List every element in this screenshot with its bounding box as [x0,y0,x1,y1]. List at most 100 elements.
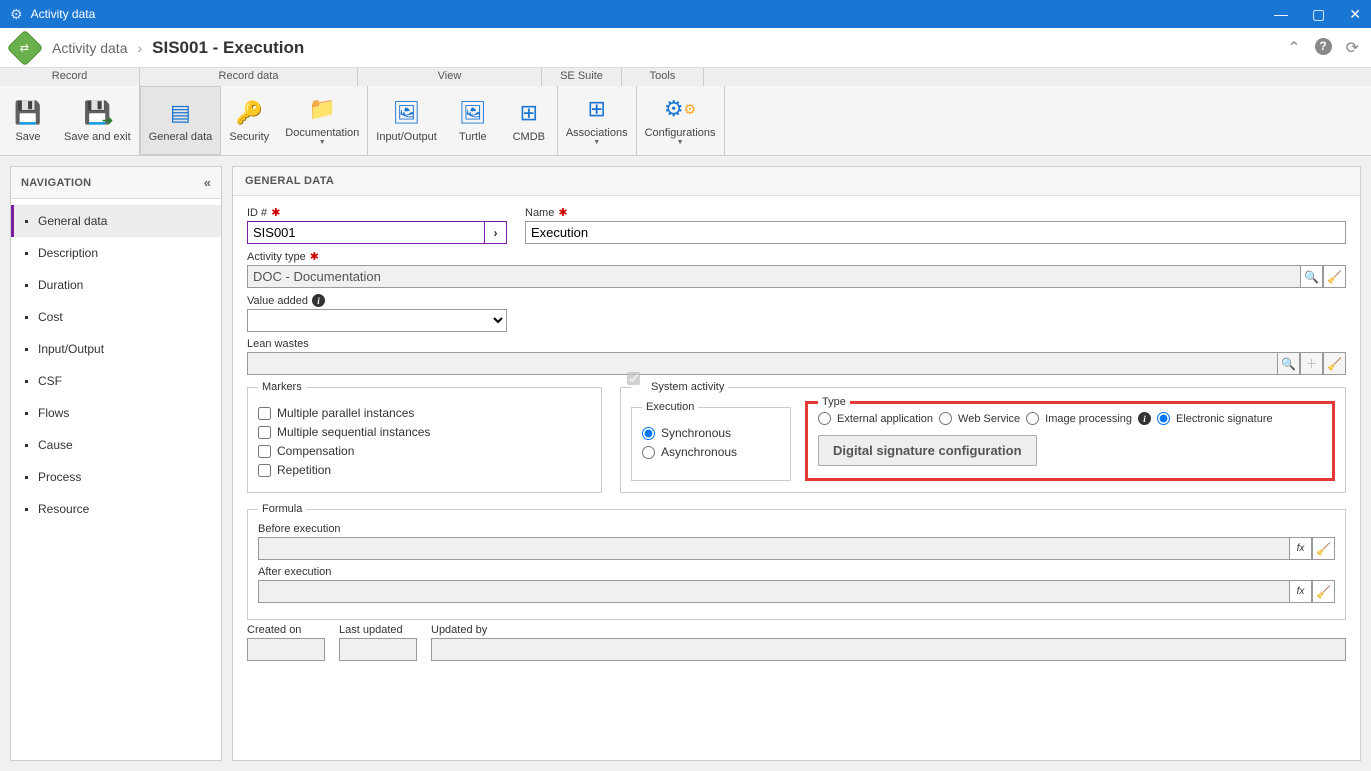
nav-label: CSF [38,374,62,388]
id-label: ID #✱ [247,206,507,219]
nav-item-duration[interactable]: Duration [11,269,221,301]
ribbon-tab-recorddata: Record data [140,68,358,86]
system-activity-label: System activity [651,381,724,393]
value-added-select[interactable] [247,309,507,332]
asynchronous-radio[interactable] [642,446,655,459]
save-button[interactable]: 💾 Save [0,86,56,155]
after-exec-input [258,580,1289,603]
digital-signature-config-button[interactable]: Digital signature configuration [818,435,1037,466]
fx-icon[interactable]: fx [1289,580,1312,603]
ribbon: 💾 Save 💾➜ Save and exit ▤ General data 🔑… [0,86,1371,156]
marker-label: Repetition [277,463,331,477]
save-exit-icon: 💾➜ [83,99,111,127]
id-lookup-icon[interactable]: › [484,221,507,244]
close-button[interactable]: ✕ [1349,6,1361,23]
web-service-label: Web Service [958,413,1020,425]
web-service-radio[interactable] [939,412,952,425]
refresh-icon[interactable]: ⟳ [1346,38,1359,58]
before-exec-label: Before execution [258,523,1335,535]
minimize-button[interactable]: — [1274,6,1288,23]
turtle-button[interactable]: 🖼 Turtle [445,86,501,155]
turtle-label: Turtle [459,131,487,143]
collapse-all-icon[interactable]: ⌃ [1287,38,1300,58]
navigation-panel: NAVIGATION « General data Description Du… [10,166,222,761]
image-icon: 🖼 [393,99,421,127]
clear-icon[interactable]: 🧹 [1312,537,1335,560]
markers-legend: Markers [258,381,306,393]
nav-item-csf[interactable]: CSF [11,365,221,397]
app-gear-icon: ⚙ [10,6,23,23]
synchronous-radio[interactable] [642,427,655,440]
info-icon[interactable]: i [1138,412,1151,425]
breadcrumb-current: SIS001 - Execution [152,38,304,58]
clear-icon[interactable]: 🧹 [1323,265,1346,288]
general-data-icon: ▤ [166,99,194,127]
ext-app-label: External application [837,413,933,425]
nav-label: Duration [38,278,83,292]
input-output-button[interactable]: 🖼 Input/Output [368,86,445,155]
dropdown-icon: ▼ [593,139,600,146]
section-header: GENERAL DATA [233,167,1360,196]
fx-icon[interactable]: fx [1289,537,1312,560]
nav-item-resource[interactable]: Resource [11,493,221,525]
collapse-panel-icon[interactable]: « [204,175,211,190]
help-icon[interactable]: ? [1315,38,1332,55]
formula-group: Formula Before execution fx 🧹 After exec… [247,503,1346,620]
nav-item-flows[interactable]: Flows [11,397,221,429]
ribbon-tabs: Record Record data View SE Suite Tools [0,68,1371,86]
external-app-radio[interactable] [818,412,831,425]
name-label: Name✱ [525,206,1346,219]
marker-compensation-checkbox[interactable] [258,445,271,458]
nav-label: Cause [38,438,73,452]
value-added-label: Value added i [247,294,507,307]
configurations-button[interactable]: ⚙⚙ Configurations ▼ [637,86,724,155]
last-updated-input [339,638,417,661]
clear-icon: 🧹 [1323,352,1346,375]
security-button[interactable]: 🔑 Security [221,86,277,155]
type-legend: Type [818,396,850,408]
info-icon[interactable]: i [312,294,325,307]
nav-label: Flows [38,406,69,420]
cmdb-label: CMDB [513,131,545,143]
execution-group: Execution Synchronous Asynchronous [631,401,791,481]
updated-by-label: Updated by [431,624,1346,636]
nav-label: Description [38,246,98,260]
breadcrumb-bar: ⇄ Activity data › SIS001 - Execution ⌃ ?… [0,28,1371,68]
marker-parallel-checkbox[interactable] [258,407,271,420]
id-input[interactable] [247,221,484,244]
nav-item-cause[interactable]: Cause [11,429,221,461]
window-titlebar: ⚙ Activity data — ▢ ✕ [0,0,1371,28]
marker-repetition-checkbox[interactable] [258,464,271,477]
nav-item-cost[interactable]: Cost [11,301,221,333]
general-data-label: General data [149,131,213,143]
marker-label: Multiple parallel instances [277,406,414,420]
name-input[interactable] [525,221,1346,244]
activity-type-input [247,265,1300,288]
marker-sequential-checkbox[interactable] [258,426,271,439]
turtle-icon: 🖼 [459,99,487,127]
search-icon[interactable]: 🔍 [1300,265,1323,288]
ribbon-tab-tools: Tools [622,68,704,86]
breadcrumb-root[interactable]: Activity data [52,40,127,56]
image-processing-radio[interactable] [1026,412,1039,425]
clear-icon[interactable]: 🧹 [1312,580,1335,603]
documentation-button[interactable]: 📁 Documentation ▼ [277,86,367,155]
marker-label: Multiple sequential instances [277,425,430,439]
ribbon-tab-view: View [358,68,542,86]
nav-item-process[interactable]: Process [11,461,221,493]
associations-button[interactable]: ⊞ Associations ▼ [558,86,636,155]
cmdb-button[interactable]: ⊞ CMDB [501,86,557,155]
maximize-button[interactable]: ▢ [1312,6,1325,23]
save-exit-button[interactable]: 💾➜ Save and exit [56,86,139,155]
ribbon-tab-sesuite: SE Suite [542,68,622,86]
nav-item-input-output[interactable]: Input/Output [11,333,221,365]
async-label: Asynchronous [661,445,737,459]
nav-item-general-data[interactable]: General data [11,205,221,237]
activity-type-label: Activity type✱ [247,250,1346,263]
nav-item-description[interactable]: Description [11,237,221,269]
electronic-signature-radio[interactable] [1157,412,1170,425]
nav-label: Resource [38,502,89,516]
folder-icon: 📁 [308,95,336,123]
general-data-button[interactable]: ▤ General data [140,86,222,155]
lean-wastes-input [247,352,1277,375]
